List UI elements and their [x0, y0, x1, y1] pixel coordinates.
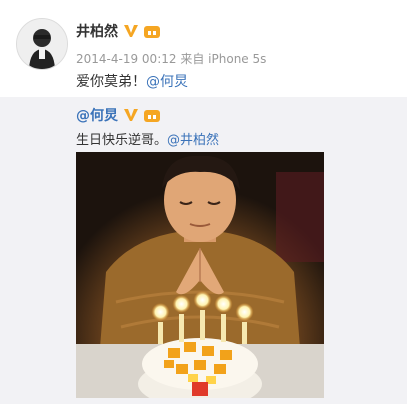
post-timestamp[interactable]: 2014-4-19 00:12	[76, 52, 177, 66]
post-source: iPhone 5s	[208, 52, 267, 66]
birthday-photo[interactable]	[76, 152, 324, 398]
verified-v-icon	[124, 109, 138, 121]
verified-v-icon	[124, 25, 138, 37]
post-text: 爱你莫弟！@何炅	[76, 71, 188, 91]
repost-author-name[interactable]: @何炅	[76, 105, 118, 125]
weibo-post: 井柏然 2014-4-19 00:12 来自 iPhone 5s 爱你莫弟！@何…	[0, 0, 407, 404]
repost-mention-link[interactable]: @井柏然	[167, 133, 219, 148]
vip-member-icon[interactable]	[143, 107, 161, 123]
post-body: 爱你莫弟！	[76, 74, 146, 90]
repost-text: 生日快乐逆哥。@井柏然	[76, 129, 219, 148]
author-row: 井柏然	[76, 20, 161, 42]
author-avatar[interactable]	[16, 18, 68, 70]
source-prefix: 来自	[180, 52, 205, 66]
reposted-weibo[interactable]: @何炅 生日快乐逆哥。@井柏然	[0, 97, 407, 404]
avatar-portrait-icon	[17, 19, 67, 69]
birthday-cake-photo-icon	[76, 152, 324, 398]
vip-member-icon[interactable]	[143, 23, 161, 39]
post-mention-link[interactable]: @何炅	[146, 74, 188, 90]
post-meta: 2014-4-19 00:12 来自 iPhone 5s	[76, 50, 266, 67]
author-name[interactable]: 井柏然	[76, 21, 118, 41]
repost-author-row: @何炅	[76, 105, 161, 125]
repost-body: 生日快乐逆哥。	[76, 133, 168, 148]
